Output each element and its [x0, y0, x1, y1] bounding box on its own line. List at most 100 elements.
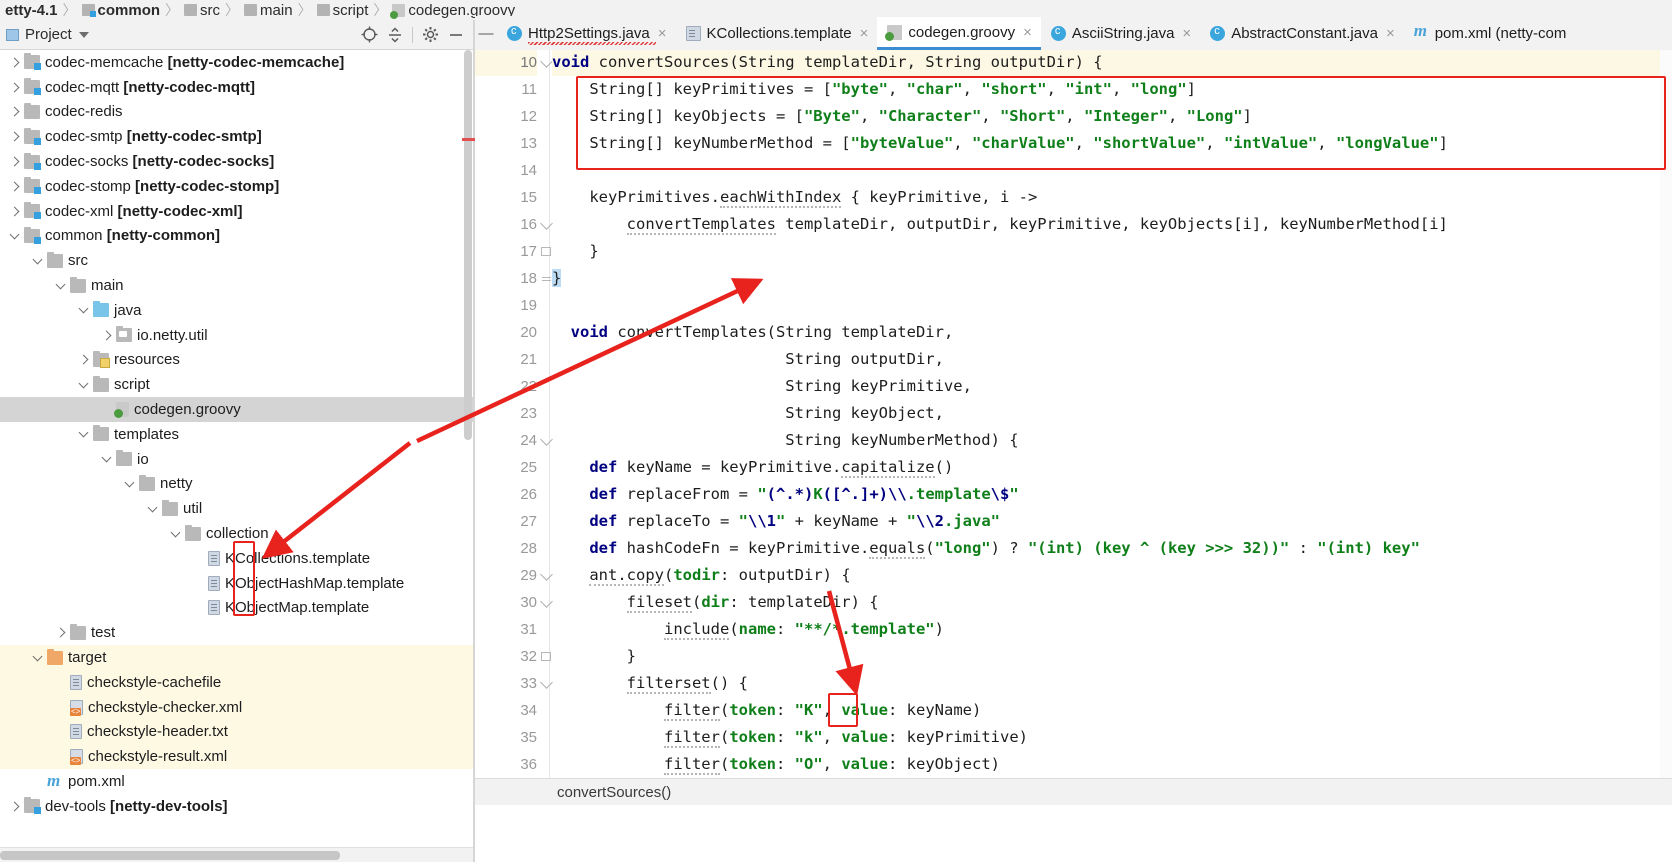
chevron-down-icon[interactable] — [54, 279, 67, 292]
code-line[interactable]: keyPrimitives.eachWithIndex { keyPrimiti… — [552, 184, 1037, 211]
breadcrumb-item-etty-4-1[interactable]: etty-4.1 — [0, 0, 60, 20]
tree-row[interactable]: templates — [0, 422, 475, 447]
close-icon[interactable]: × — [1182, 26, 1191, 41]
code-line[interactable]: String[] keyPrimitives = ["byte", "char"… — [552, 76, 1196, 103]
tree-row[interactable]: collection — [0, 521, 475, 546]
tree-row[interactable]: target — [0, 645, 475, 670]
tree-row[interactable]: src — [0, 248, 475, 273]
vcs-change-marker[interactable] — [462, 138, 475, 141]
code-line[interactable]: } — [552, 265, 562, 292]
chevron-down-icon[interactable] — [31, 651, 44, 664]
chevron-right-icon[interactable] — [8, 81, 21, 94]
gear-icon[interactable] — [417, 22, 443, 48]
code-line[interactable]: String keyObject, — [552, 400, 944, 427]
editor-tab-abstractconstant-java[interactable]: AbstractConstant.java × — [1200, 17, 1404, 50]
chevron-down-icon[interactable] — [169, 527, 182, 540]
chevron-down-icon[interactable] — [100, 452, 113, 466]
code-line[interactable]: String keyNumberMethod) { — [552, 427, 1018, 454]
project-tree[interactable]: codec-memcache [netty-codec-memcache] cod… — [0, 50, 475, 847]
tree-row[interactable]: codec-xml [netty-codec-xml] — [0, 199, 475, 224]
tree-row[interactable]: resources — [0, 348, 475, 373]
code-fold-toggle[interactable] — [539, 427, 553, 454]
code-line[interactable]: String keyPrimitive, — [552, 373, 972, 400]
chevron-right-icon[interactable] — [8, 56, 21, 69]
chevron-right-icon[interactable] — [8, 155, 21, 168]
code-line[interactable]: filterset() { — [552, 670, 748, 697]
tree-row[interactable]: codec-socks [netty-codec-socks] — [0, 149, 475, 174]
close-icon[interactable]: × — [1386, 26, 1395, 41]
code-line[interactable]: include(name: "**/*.template") — [552, 616, 944, 643]
chevron-down-icon[interactable] — [77, 427, 90, 441]
editor-tab-codegen-groovy[interactable]: codegen.groovy × — [877, 17, 1041, 50]
chevron-right-icon[interactable] — [8, 105, 21, 118]
editor-tab-pom-xml-netty-com[interactable]: pom.xml (netty-com — [1404, 17, 1576, 50]
chevron-right-icon[interactable] — [8, 800, 21, 813]
collapse-all-icon[interactable] — [382, 22, 408, 48]
editor-tab-asciistring-java[interactable]: AsciiString.java × — [1041, 17, 1200, 50]
tree-row[interactable]: io — [0, 447, 475, 472]
tree-row[interactable]: pom.xml — [0, 769, 475, 794]
tree-row[interactable]: dev-tools [netty-dev-tools] — [0, 794, 475, 819]
code-line[interactable]: filter(token: "K", value: keyName) — [552, 697, 981, 724]
code-line[interactable]: } — [552, 238, 598, 265]
chevron-right-icon[interactable] — [8, 180, 21, 193]
tree-row[interactable]: codegen.groovy — [0, 397, 475, 422]
code-fold-toggle[interactable] — [539, 265, 553, 292]
tree-row[interactable]: java — [0, 298, 475, 323]
editor-tab-http2settings-java[interactable]: Http2Settings.java × — [497, 17, 676, 50]
tree-row[interactable]: KObjectHashMap.template — [0, 571, 475, 596]
tree-row[interactable]: checkstyle-header.txt — [0, 719, 475, 745]
code-line[interactable]: ant.copy(todir: outputDir) { — [552, 562, 851, 589]
code-line[interactable]: void convertTemplates(String templateDir… — [552, 319, 954, 346]
scroll-thumb[interactable] — [0, 851, 340, 860]
code-line[interactable]: filter(token: "O", value: keyObject) — [552, 751, 1000, 778]
tree-row[interactable]: checkstyle-checker.xml — [0, 694, 475, 720]
breadcrumb-item-script[interactable]: script — [315, 0, 371, 20]
code-line[interactable]: String outputDir, — [552, 346, 944, 373]
code-line[interactable]: filter(token: "k", value: keyPrimitive) — [552, 724, 1028, 751]
tree-row[interactable]: KCollections.template — [0, 546, 475, 571]
editor-tab-bar[interactable]: — Http2Settings.java×KCollections.templa… — [475, 16, 1672, 50]
tree-row[interactable]: codec-stomp [netty-codec-stomp] — [0, 174, 475, 199]
close-icon[interactable]: × — [860, 26, 869, 41]
project-tree-hscrollbar[interactable] — [0, 847, 475, 862]
editor-tab-kcollections-template[interactable]: KCollections.template × — [676, 17, 878, 50]
hide-panel-icon[interactable] — [443, 22, 469, 48]
close-icon[interactable]: × — [1023, 25, 1032, 40]
tree-row[interactable]: KObjectMap.template — [0, 596, 475, 621]
chevron-down-icon[interactable] — [146, 502, 159, 515]
code-fold-toggle[interactable] — [539, 211, 553, 238]
chevron-down-icon[interactable] — [77, 378, 90, 391]
code-fold-toggle[interactable] — [539, 643, 553, 670]
chevron-down-icon[interactable] — [123, 477, 136, 490]
chevron-down-icon[interactable] — [77, 303, 90, 317]
code-line[interactable]: String[] keyNumberMethod = ["byteValue",… — [552, 130, 1448, 157]
tree-row[interactable]: common [netty-common] — [0, 224, 475, 249]
tree-row[interactable]: main — [0, 273, 475, 298]
tree-row[interactable]: io.netty.util — [0, 323, 475, 348]
tree-row[interactable]: codec-mqtt [netty-codec-mqtt] — [0, 75, 475, 100]
code-line[interactable]: } — [552, 643, 636, 670]
code-line[interactable]: String[] keyObjects = ["Byte", "Characte… — [552, 103, 1252, 130]
close-icon[interactable]: × — [658, 26, 667, 41]
scroll-thumb[interactable] — [464, 50, 472, 440]
tree-row[interactable]: test — [0, 620, 475, 645]
code-editor[interactable]: 10 11 12 13 14 15 16 17 18 19 20 21 22 23 24 25 26 27 28 29… — [475, 50, 1672, 778]
code-line[interactable]: def replaceTo = "\\1" + keyName + "\\2.j… — [552, 508, 1000, 535]
chevron-down-icon[interactable] — [8, 229, 21, 242]
collapse-tabs-icon[interactable]: — — [475, 25, 497, 50]
code-line[interactable]: def keyName = keyPrimitive.capitalize() — [552, 454, 953, 481]
code-fold-toggle[interactable] — [539, 670, 553, 697]
code-line[interactable]: fileset(dir: templateDir) { — [552, 589, 879, 616]
editor-vscrollbar[interactable] — [1660, 50, 1672, 778]
tree-row[interactable]: codec-memcache [netty-codec-memcache] — [0, 50, 475, 75]
tree-row[interactable]: codec-redis — [0, 100, 475, 125]
chevron-right-icon[interactable] — [8, 130, 21, 143]
code-fold-toggle[interactable] — [539, 562, 553, 589]
code-line[interactable]: def hashCodeFn = keyPrimitive.equals("lo… — [552, 535, 1420, 562]
tree-row[interactable]: checkstyle-cachefile — [0, 669, 475, 695]
chevron-down-icon[interactable] — [31, 254, 44, 267]
code-fold-toggle[interactable] — [539, 589, 553, 616]
chevron-right-icon[interactable] — [54, 626, 67, 639]
tree-row[interactable]: netty — [0, 472, 475, 497]
